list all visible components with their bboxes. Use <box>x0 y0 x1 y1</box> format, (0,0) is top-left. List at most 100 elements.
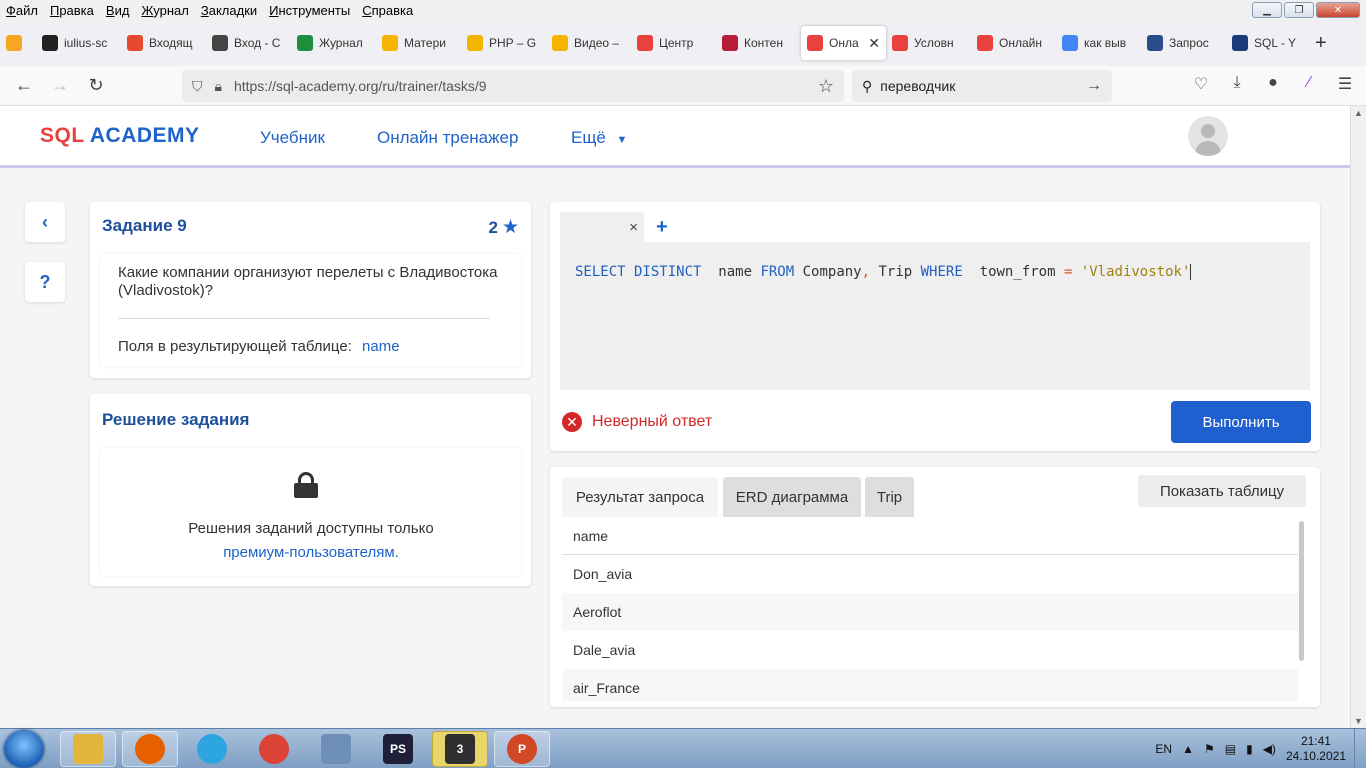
table-row: Aeroflot <box>562 593 1298 631</box>
browser-tab[interactable]: SQL - Y <box>1226 26 1311 60</box>
taskbar-app[interactable] <box>184 731 240 767</box>
tray-expand-icon[interactable]: ▲ <box>1182 742 1194 756</box>
tab-trip[interactable]: Trip <box>865 477 914 517</box>
back-task-button[interactable]: ‹ <box>25 202 65 242</box>
extension-icon[interactable]: ⁄ <box>1298 74 1320 94</box>
browser-tab[interactable]: Онла ✕ <box>801 26 886 60</box>
table-row: Dale_avia <box>573 642 636 658</box>
avatar[interactable] <box>1188 116 1228 156</box>
flag-icon[interactable]: ⚑ <box>1204 742 1215 756</box>
forward-button[interactable]: → <box>42 70 78 102</box>
browser-tab[interactable]: PHP – G <box>461 26 546 60</box>
device-icon[interactable]: ▤ <box>1225 742 1236 756</box>
tab-query-result[interactable]: Результат запроса <box>562 477 718 517</box>
browser-tab[interactable]: Запрос <box>1141 26 1226 60</box>
volume-icon[interactable]: ◀) <box>1263 742 1276 756</box>
browser-tab[interactable]: Онлайн <box>971 26 1056 60</box>
menu-item-0[interactable]: Файл <box>0 3 44 18</box>
browser-tab[interactable]: iulius-sc <box>36 26 121 60</box>
downloads-icon[interactable]: ⤓ <box>1226 74 1248 94</box>
menu-item-2[interactable]: Вид <box>100 3 136 18</box>
taskbar-app[interactable] <box>60 731 116 767</box>
browser-tab[interactable] <box>0 26 36 60</box>
clock[interactable]: 21:41 24.10.2021 <box>1286 734 1346 764</box>
browser-tab[interactable]: Журнал <box>291 26 376 60</box>
hamburger-menu-icon[interactable]: ☰ <box>1334 74 1356 94</box>
show-desktop-button[interactable] <box>1354 729 1366 768</box>
table-row: Don_avia <box>573 566 633 582</box>
account-icon[interactable]: ● <box>1262 74 1284 94</box>
run-button[interactable]: Выполнить <box>1171 401 1311 443</box>
menu-item-6[interactable]: Справка <box>356 3 419 18</box>
browser-tab[interactable]: Видео – <box>546 26 631 60</box>
browser-tab[interactable]: Центр <box>631 26 716 60</box>
tab-label: Онла <box>829 36 859 50</box>
help-button[interactable]: ? <box>25 262 65 302</box>
close-tab-icon[interactable]: × <box>629 219 638 236</box>
tab-label: PHP – G <box>489 36 537 50</box>
close-window-button[interactable]: ✕ <box>1316 2 1360 18</box>
reload-button[interactable]: ↻ <box>78 70 114 102</box>
search-bar[interactable]: ⚲ переводчик → <box>852 70 1112 102</box>
tab-label: Матери <box>404 36 446 50</box>
telegram-icon <box>197 734 227 764</box>
add-tab-icon[interactable]: + <box>656 216 668 239</box>
taskbar-app[interactable]: P <box>494 731 550 767</box>
browser-tab[interactable]: как выв <box>1056 26 1141 60</box>
menu-item-4[interactable]: Закладки <box>195 3 263 18</box>
editor-tab[interactable]: × <box>560 212 644 242</box>
search-input[interactable]: переводчик <box>880 78 955 94</box>
tab-label: Условн <box>914 36 954 50</box>
star-icon: ★ <box>501 217 519 238</box>
sql-code[interactable]: SELECT DISTINCT name FROM Company, Trip … <box>575 264 1192 280</box>
tab-bar: iulius-sc Входящ Вход - С Журнал Матери PHP –… <box>0 20 1366 66</box>
taskbar-app[interactable] <box>308 731 364 767</box>
start-button[interactable] <box>4 730 44 768</box>
browser-tab[interactable]: Матери <box>376 26 461 60</box>
browser-tab[interactable]: Вход - С <box>206 26 291 60</box>
search-go-icon[interactable]: → <box>1086 77 1102 95</box>
nav-textbook[interactable]: Учебник <box>260 128 325 148</box>
bookmark-star-icon[interactable]: ☆ <box>818 76 834 97</box>
back-button[interactable]: ← <box>6 70 42 102</box>
lock-icon[interactable]: 🔒︎ <box>215 78 222 95</box>
url-text[interactable]: https://sql-academy.org/ru/trainer/tasks… <box>234 78 487 94</box>
nav-more-label: Ещё <box>571 128 606 147</box>
taskbar-app[interactable]: 3 <box>432 731 488 767</box>
new-tab-icon[interactable]: + <box>1315 32 1327 55</box>
tab-erd[interactable]: ERD диаграмма <box>723 477 861 517</box>
table-scrollbar[interactable] <box>1299 521 1304 661</box>
restore-button[interactable]: ❐ <box>1284 2 1314 18</box>
editor-tabs: × + <box>560 212 668 242</box>
tab-label: iulius-sc <box>64 36 108 50</box>
language-indicator[interactable]: EN <box>1155 742 1172 756</box>
site-logo[interactable]: SQL ACADEMY <box>40 124 200 148</box>
close-tab-icon[interactable]: ✕ <box>868 35 880 52</box>
menu-item-1[interactable]: Правка <box>44 3 100 18</box>
scroll-up-icon[interactable]: ▲ <box>1354 108 1363 118</box>
network-icon[interactable]: ▮ <box>1246 742 1253 756</box>
page-scrollbar[interactable]: ▲ ▼ <box>1350 106 1366 728</box>
minimize-button[interactable]: ▁ <box>1252 2 1282 18</box>
url-bar[interactable]: ⛉ 🔒︎ https://sql-academy.org/ru/trainer/… <box>182 70 844 102</box>
nav-more[interactable]: Ещё ▼ <box>571 128 627 148</box>
code-token: town_from <box>962 264 1064 280</box>
browser-tab[interactable]: Входящ <box>121 26 206 60</box>
premium-link[interactable]: премиум-пользователям. <box>223 544 399 561</box>
menu-item-5[interactable]: Инструменты <box>263 3 356 18</box>
points-value: 2 <box>488 217 498 237</box>
menu-item-3[interactable]: Журнал <box>135 3 194 18</box>
taskbar-app[interactable]: PS <box>370 731 426 767</box>
sql-editor[interactable]: SELECT DISTINCT name FROM Company, Trip … <box>560 242 1310 390</box>
error-icon: ✕ <box>562 412 582 432</box>
browser-tab[interactable]: Контен <box>716 26 801 60</box>
taskbar-app[interactable] <box>122 731 178 767</box>
scroll-down-icon[interactable]: ▼ <box>1354 716 1363 726</box>
taskbar-app[interactable] <box>246 731 302 767</box>
tab-label: Видео – <box>574 36 620 50</box>
nav-trainer[interactable]: Онлайн тренажер <box>377 128 518 148</box>
browser-tab[interactable]: Условн <box>886 26 971 60</box>
show-table-button[interactable]: Показать таблицу <box>1138 475 1306 507</box>
pocket-icon[interactable]: ♡ <box>1190 74 1212 94</box>
shield-icon[interactable]: ⛉ <box>192 78 203 95</box>
